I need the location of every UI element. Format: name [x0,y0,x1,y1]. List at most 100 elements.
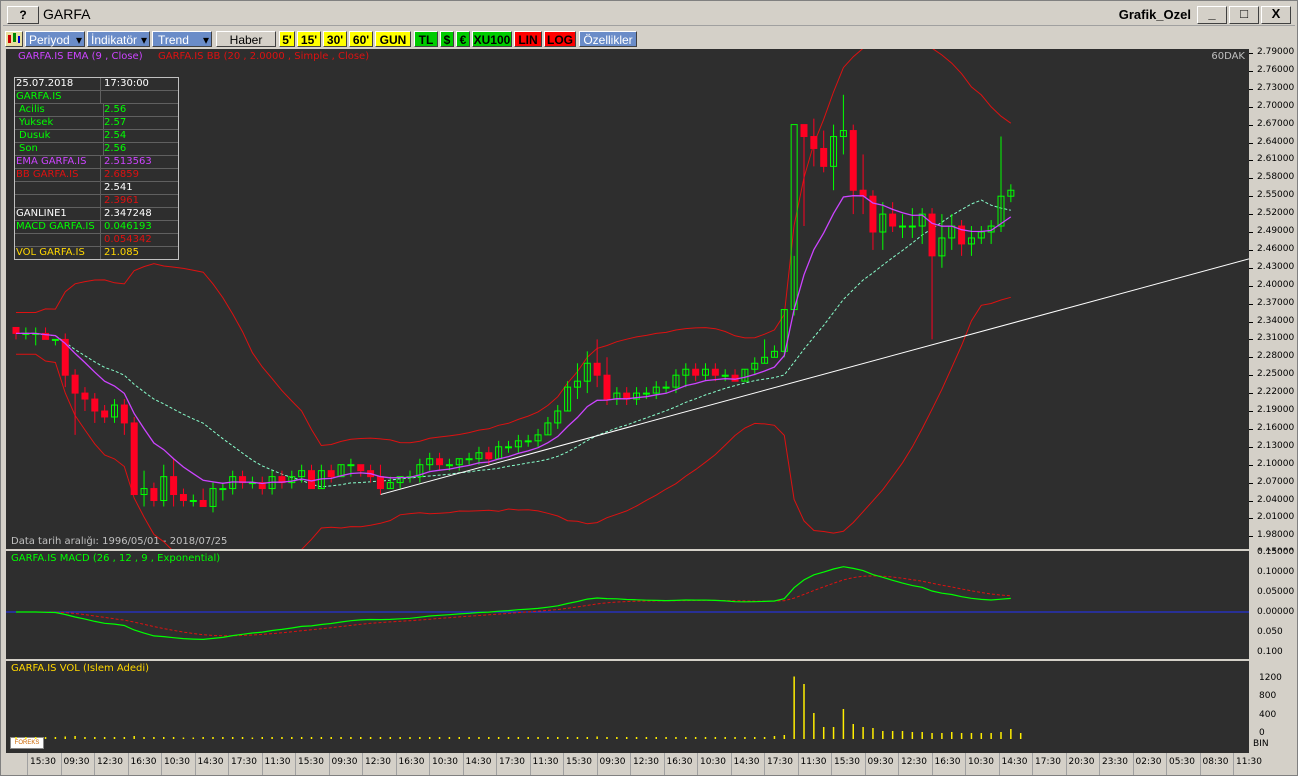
macd-tick-label: 0.10000 [1257,567,1295,577]
minimize-button[interactable]: _ [1197,6,1227,24]
xu100-button[interactable]: XU100 [472,31,512,47]
price-panel[interactable]: GARFA.IS EMA (9 , Close) GARFA.IS BB (20… [6,49,1249,549]
trend-dropdown[interactable]: Trend ▾ [152,31,212,47]
time-tick-mark [1032,753,1033,775]
candle-body [91,398,99,412]
time-tick-mark [295,753,296,775]
time-tick-label: 10:30 [700,757,726,767]
period-5-button[interactable]: 5' [279,31,295,47]
time-tick-label: 14:30 [465,757,492,767]
title-bar[interactable]: ? GARFA Grafik_Ozel _ □ X [3,3,1295,26]
time-tick-label: 05:30 [1169,757,1195,767]
period-30-button[interactable]: 30' [323,31,347,47]
tick-mark [1249,536,1253,538]
window-title: GARFA [43,6,91,22]
time-tick-label: 12:30 [97,757,123,767]
candle-body [800,124,808,138]
price-tick-label: 2.52000 [1257,208,1295,219]
currency-eur-button[interactable]: € [456,31,470,47]
candle-body [721,374,729,377]
time-tick-label: 02:30 [1135,757,1162,767]
acilis-label: Acilis [16,104,104,116]
time-x-axis[interactable]: 15:30 09:30 12:30 16:30 10:30 14:30 17:30 11:30… [6,753,1297,775]
trend-line [380,258,1249,496]
candle-body [436,458,444,466]
lin-button[interactable]: LIN [514,31,542,47]
chevron-down-icon: ▾ [202,33,209,47]
dusuk-value: 2.54 [104,130,127,141]
time-tick-mark [864,753,866,775]
dusuk-label: Dusuk [16,130,104,142]
log-button[interactable]: LOG [544,31,576,47]
close-button[interactable]: X [1261,6,1291,24]
volume-chart-svg [15,676,1022,739]
volume-y-axis[interactable]: BIN 1200 800 400 0 [1249,661,1297,754]
tick-mark [1249,303,1253,305]
price-tick-label: 2.40000 [1257,279,1295,290]
tick-mark [1249,321,1253,323]
tick-mark [1249,160,1253,162]
vol-tick-label: 1200 [1259,673,1282,683]
candle-body [642,392,650,395]
tick-mark [1249,88,1253,90]
chart-area: GARFA.IS EMA (9 , Close) GARFA.IS BB (20… [6,47,1297,754]
candle-body [199,500,207,507]
price-tick-label: 2.49000 [1257,226,1295,236]
time-tick-label: 16:30 [130,757,157,767]
time-tick-label: 09:30 [867,757,894,767]
indikator-dropdown[interactable]: İndikatör ▾ [87,31,150,47]
maximize-button[interactable]: □ [1229,6,1259,24]
macd-tick-label: 0.15000 [1257,547,1295,557]
bb-lower-line [16,296,1011,549]
time-tick-mark [228,753,229,775]
volume-panel[interactable]: GARFA.IS VOL (Islem Adedi) FOREKS [6,661,1249,754]
bb-label: BB GARFA.IS [16,169,101,181]
haber-button[interactable]: Haber [216,31,276,47]
time-tick-mark [998,753,1000,775]
time-tick-mark [328,753,330,775]
period-gun-button[interactable]: GUN [375,31,411,47]
candle-body [130,422,138,496]
help-button[interactable]: ? [7,6,39,24]
periyod-dropdown[interactable]: Periyod ▾ [25,31,85,47]
time-tick-mark [261,753,263,775]
tick-mark [1249,411,1253,412]
chevron-down-icon: ▾ [140,33,147,47]
time-tick-mark [831,753,832,775]
time-tick-label: 11:30 [1236,757,1262,767]
currency-tl-button[interactable]: TL [414,31,438,47]
candle-body [524,440,532,443]
period-15-button[interactable]: 15' [297,31,321,47]
price-tick-label: 1.98000 [1257,530,1295,541]
macd-y-axis[interactable]: 0.15000 0.10000 0.05000 0.00000 0.050 0.100 [1249,547,1297,659]
currency-usd-button[interactable]: $ [440,31,454,47]
candle-body [928,213,936,257]
candle-body [347,464,355,467]
period-60-button[interactable]: 60' [349,31,373,47]
time-tick-mark [1065,753,1067,775]
tick-mark [1249,518,1253,520]
chart-window: ? GARFA Grafik_Ozel _ □ X Periyod ▾ İndik… [0,0,1298,776]
ozellikler-button[interactable]: Özellikler [579,31,637,47]
vol-label: VOL GARFA.IS [16,247,101,259]
time-tick-label: 08:30 [1202,757,1229,767]
chart-type-icon[interactable] [5,31,23,47]
bb-value-middle: 2.541 [104,182,133,193]
price-y-axis[interactable]: 2.79000 2.76000 2.73000 2.70000 2.67000 2.640… [1249,47,1297,576]
time-tick-label: 12:30 [901,757,927,767]
macd-signal-line [16,575,1011,637]
info-box: 25.07.2018 17:30:00 GARFA.IS Acilis 2.56 Y… [14,77,179,260]
time-tick-mark [1199,753,1201,775]
time-tick-label: 15:30 [566,757,592,767]
tick-mark [1249,428,1253,430]
time-tick-mark [1132,753,1134,775]
gan-value: 2.347248 [104,208,152,219]
time-tick-mark [898,753,899,775]
macd-panel[interactable]: GARFA.IS MACD (26 , 12 , 9 , Exponential… [6,551,1249,659]
price-tick-label: 2.43000 [1257,261,1295,272]
time-tick-mark [730,753,732,775]
time-tick-label: 17:30 [767,757,793,767]
price-tick-label: 2.67000 [1257,118,1295,129]
price-tick-label: 2.16000 [1257,422,1295,433]
indikator-label: İndikatör [91,33,138,47]
